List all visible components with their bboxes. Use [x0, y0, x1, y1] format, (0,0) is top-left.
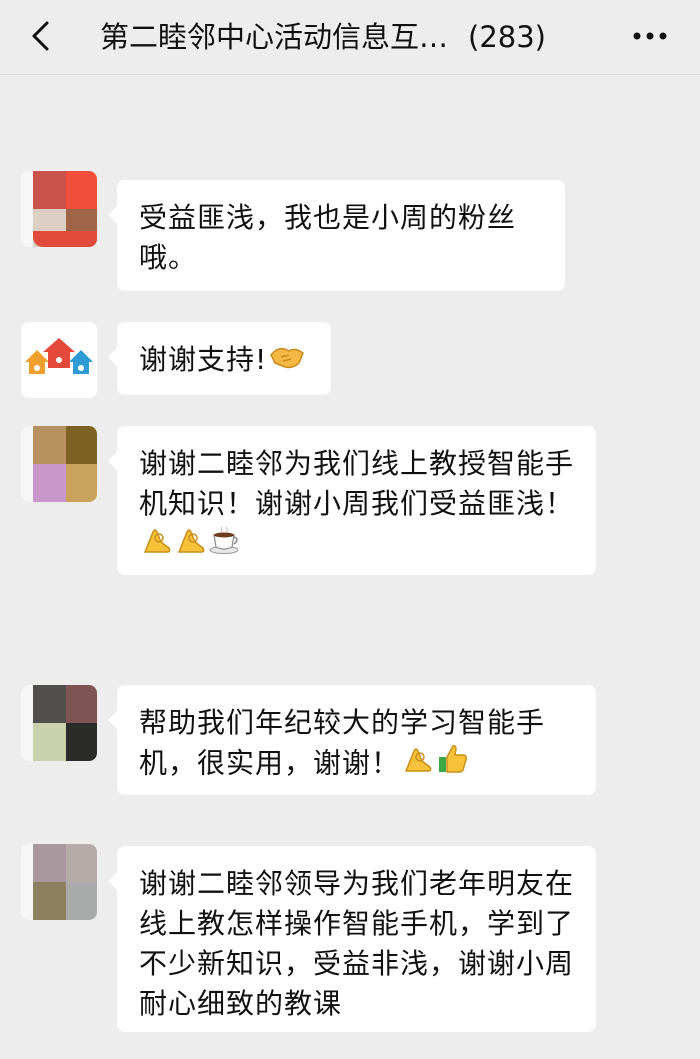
ok-hand-emoji [141, 524, 173, 567]
ok-hand-emoji [175, 524, 207, 567]
member-count: (283) [468, 20, 546, 54]
avatar[interactable] [21, 171, 97, 247]
avatar[interactable] [21, 685, 97, 761]
thumbs-up-icon [439, 745, 468, 773]
back-button[interactable] [22, 18, 58, 54]
coffee-emoji [209, 525, 243, 566]
ok-hand-icon [404, 748, 432, 772]
avatar[interactable] [21, 426, 97, 502]
message-text: 帮助我们年纪较大的学习智能手机，很实用，谢谢！ [139, 706, 546, 780]
chat-header: 第二睦邻中心活动信息互… (283) [0, 0, 700, 75]
thumbs-up-emoji [436, 743, 468, 786]
ok-hand-emoji [402, 743, 434, 786]
chevron-left-icon [32, 21, 49, 51]
group-name: 第二睦邻中心活动信息互… [100, 20, 449, 54]
avatar[interactable] [21, 844, 97, 920]
message-text: 谢谢二睦邻领导为我们老年明友在线上教怎样操作智能手机，学到了不少新知识，受益非浅… [139, 867, 575, 1020]
message-bubble[interactable]: 谢谢二睦邻为我们线上教授智能手机知识！谢谢小周我们受益匪浅！ [108, 426, 596, 575]
message-bubble[interactable]: 受益匪浅，我也是小周的粉丝哦。 [108, 180, 565, 291]
ok-hand-icon [143, 529, 171, 553]
more-button[interactable] [630, 20, 670, 52]
message-bubble[interactable]: 谢谢支持! [108, 322, 331, 395]
avatar[interactable] [21, 322, 97, 398]
ok-hand-icon [177, 529, 205, 553]
chat-title: 第二睦邻中心活动信息互… (283) [100, 18, 546, 56]
coffee-icon [209, 526, 239, 554]
message-text: 谢谢二睦邻为我们线上教授智能手机知识！谢谢小周我们受益匪浅！ [139, 447, 575, 520]
message-text: 谢谢支持! [139, 343, 268, 376]
handshake-icon [270, 347, 305, 368]
message-bubble[interactable]: 谢谢二睦邻领导为我们老年明友在线上教怎样操作智能手机，学到了不少新知识，受益非浅… [108, 846, 596, 1032]
handshake-emoji [269, 341, 305, 382]
message-bubble[interactable]: 帮助我们年纪较大的学习智能手机，很实用，谢谢！ [108, 685, 596, 795]
message-text: 受益匪浅，我也是小周的粉丝哦。 [139, 201, 517, 274]
houses-logo-icon [25, 338, 93, 374]
more-dots-icon [633, 32, 667, 40]
